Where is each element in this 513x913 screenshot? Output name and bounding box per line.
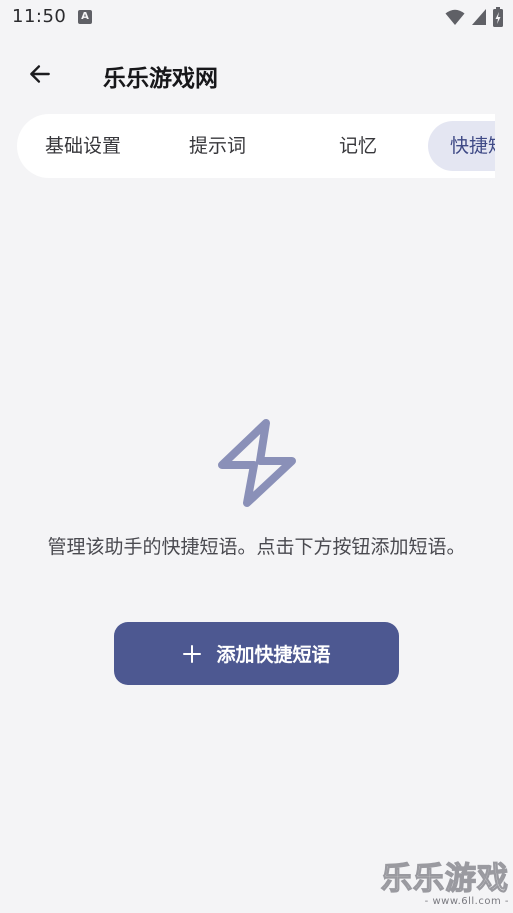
battery-charging-icon	[493, 7, 503, 27]
status-icons	[445, 7, 503, 27]
lightning-bolt-icon	[218, 419, 296, 507]
watermark-title: 乐乐游戏	[380, 861, 509, 897]
back-button[interactable]	[22, 56, 58, 92]
add-button-label: 添加快捷短语	[216, 644, 331, 666]
add-quick-phrase-button[interactable]: 添加快捷短语	[114, 622, 399, 685]
watermark: 乐乐游戏 - www.6ll.com -	[380, 861, 509, 907]
arrow-left-icon	[30, 65, 50, 83]
cell-signal-icon	[472, 9, 486, 25]
wifi-icon	[445, 9, 465, 25]
tab-quick-phrases[interactable]: 快捷短语	[428, 121, 495, 171]
plus-icon	[183, 644, 202, 663]
watermark-url: - www.6ll.com -	[424, 896, 509, 907]
status-bar: 11:50 A	[0, 0, 513, 36]
empty-state-description: 管理该助手的快捷短语。点击下方按钮添加短语。	[47, 536, 466, 558]
tab-prompt[interactable]: 提示词	[135, 121, 285, 171]
page-title: 乐乐游戏网	[103, 66, 218, 92]
status-time: 11:50	[12, 6, 67, 27]
app-header: 乐乐游戏网	[0, 44, 513, 104]
notification-a-icon: A	[78, 10, 92, 24]
tab-bar: 基础设置 提示词 记忆 快捷短语	[17, 114, 495, 178]
tab-track: 基础设置 提示词 记忆 快捷短语	[17, 114, 495, 178]
tab-memory[interactable]: 记忆	[285, 121, 383, 171]
tab-basic-settings[interactable]: 基础设置	[23, 121, 135, 171]
